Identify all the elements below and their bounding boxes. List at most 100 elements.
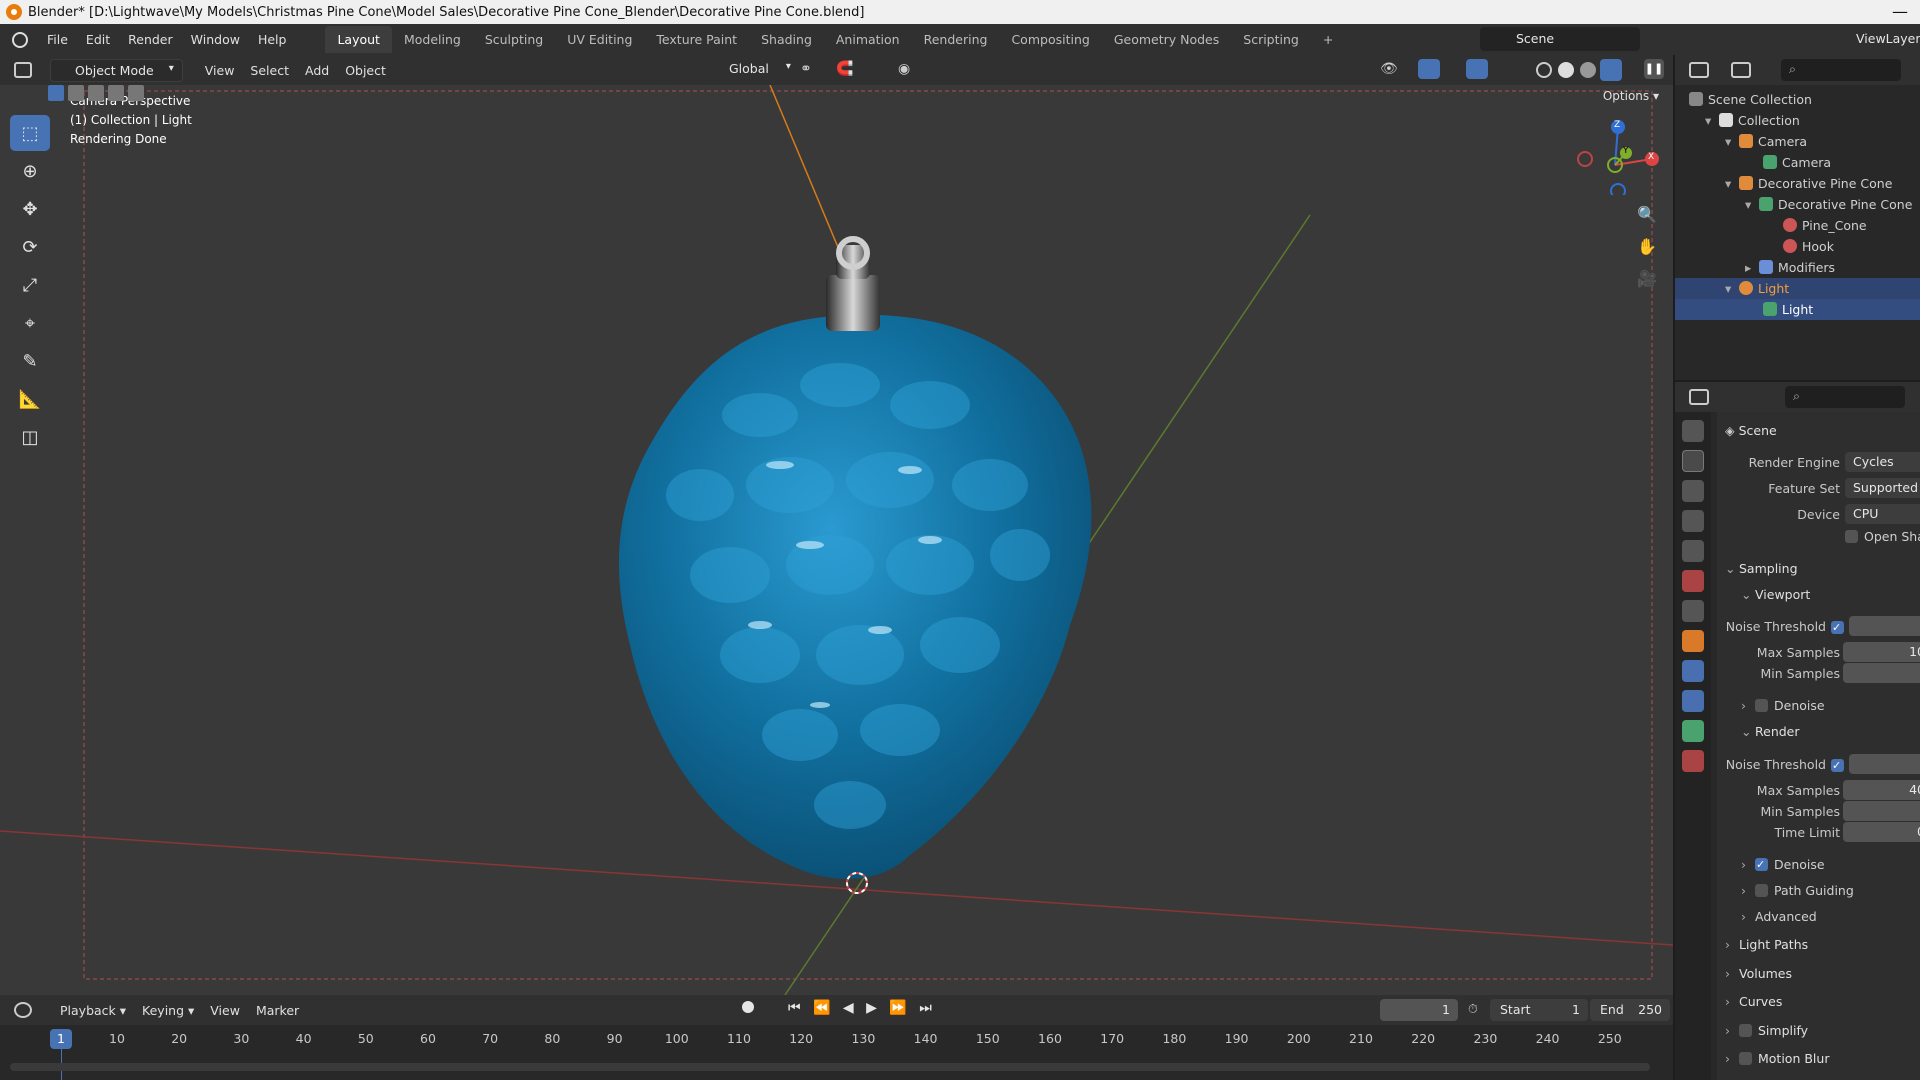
pause-render-icon[interactable]: ❚❚ [1644,59,1664,79]
outliner-row-material-pine[interactable]: Pine_Cone [1675,215,1920,236]
proportional-edit-icon[interactable]: ◉ [898,61,910,77]
menu-view[interactable]: View [197,60,243,81]
add-cube-tool-icon[interactable]: ◫ [10,419,50,455]
mode-dropdown[interactable]: Object Mode ▾ [50,58,183,82]
world-tab-icon[interactable] [1682,570,1704,592]
outliner-row-scene-collection[interactable]: Scene Collection [1675,89,1920,110]
motion-blur-panel[interactable]: › Motion Blur [1725,1048,1829,1070]
options-dropdown[interactable]: Options ▾ [1597,87,1665,105]
outliner-row-light[interactable]: ▾ Light [1675,278,1920,299]
feature-set-dropdown[interactable]: Supported [1845,478,1920,498]
light-paths-panel[interactable]: › Light Paths [1725,934,1808,956]
sampling-panel-header[interactable]: ⌄ Sampling [1725,558,1798,580]
menu-help[interactable]: Help [249,32,296,47]
properties-search-input[interactable]: ⌕ [1785,386,1905,408]
output-tab-icon[interactable] [1682,480,1704,502]
transform-orientation-dropdown[interactable]: Global ▾ [705,59,799,78]
volumes-panel[interactable]: › Volumes [1725,963,1792,985]
device-dropdown[interactable]: CPU [1845,504,1920,524]
select-box-tool-icon[interactable]: ⬚ [10,115,50,151]
zoom-icon[interactable]: 🔍 [1633,201,1661,229]
playback-controls[interactable]: ⏮ ⏪ ◀ ▶ ⏩ ⏭ [788,1000,936,1016]
menu-file[interactable]: File [38,32,77,47]
view-layer-tab-icon[interactable] [1682,510,1704,532]
editor-type-icon[interactable] [14,62,32,78]
measure-tool-icon[interactable]: 📐 [10,381,50,417]
outliner-row-material-hook[interactable]: Hook [1675,236,1920,257]
pivot-icon[interactable]: ⚭ [800,61,812,77]
menu-window[interactable]: Window [182,32,249,47]
current-frame-field[interactable]: 1 [1380,999,1458,1021]
curves-panel[interactable]: › Curves [1725,991,1782,1013]
tab-sculpting[interactable]: Sculpting [473,26,555,53]
tab-compositing[interactable]: Compositing [999,26,1101,53]
render-tab-icon[interactable] [1682,450,1704,472]
scale-tool-icon[interactable]: ⤢ [10,267,50,303]
scene-tab-icon[interactable] [1682,540,1704,562]
menu-render[interactable]: Render [119,32,182,47]
menu-keying[interactable]: Keying ▾ [134,1000,202,1021]
wireframe-shading-icon[interactable] [1536,62,1552,78]
material-shading-icon[interactable] [1580,62,1596,78]
overlay-toggle-icon[interactable] [1466,59,1488,79]
r-noise-threshold-field[interactable]: 0 [1849,754,1920,774]
rendered-shading-icon[interactable] [1600,59,1622,81]
outliner-row-pine-cone[interactable]: ▾ Decorative Pine Cone [1675,173,1920,194]
menu-add[interactable]: Add [297,60,337,81]
clock-icon[interactable] [14,1002,32,1018]
camera-view-icon[interactable]: 🎥 [1633,265,1661,293]
physics-tab-icon[interactable] [1682,660,1704,682]
vp-noise-threshold-checkbox[interactable] [1831,617,1844,639]
render-denoise-subpanel[interactable]: ›Denoise [1741,854,1825,876]
navigation-gizmo[interactable]: Z Y X [1570,115,1660,199]
solid-shading-icon[interactable] [1558,62,1574,78]
select-intersect-icon[interactable] [128,85,144,101]
r-min-samples-field[interactable] [1843,801,1920,821]
outliner-row-camera-data[interactable]: Camera [1675,152,1920,173]
timeline-editor[interactable]: Playback ▾ Keying ▾ View Marker ⏮ ⏪ ◀ ▶ … [0,995,1673,1080]
render-subpanel-header[interactable]: ⌄ Render [1741,721,1800,743]
outliner-editor-icon[interactable] [1689,62,1709,78]
outliner-row-pine-mesh[interactable]: ▾ Decorative Pine Cone [1675,194,1920,215]
tab-rendering[interactable]: Rendering [912,26,1000,53]
menu-marker[interactable]: Marker [248,1000,307,1021]
menu-playback[interactable]: Playback ▾ [52,1000,134,1021]
outliner-row-light-data[interactable]: Light [1675,299,1920,320]
gizmo-toggle-icon[interactable] [1418,59,1440,79]
move-tool-icon[interactable]: ✥ [10,191,50,227]
stopwatch-icon[interactable]: ⏱ [1468,1001,1478,1017]
scene-selector[interactable]: Scene [1480,27,1640,51]
time-limit-field[interactable]: 0 [1843,822,1920,842]
collection-tab-icon[interactable] [1682,600,1704,622]
r-noise-threshold-checkbox[interactable] [1831,755,1844,777]
select-extend-icon[interactable] [68,85,84,101]
rotate-tool-icon[interactable]: ⟳ [10,229,50,265]
start-frame-field[interactable]: Start 1 [1490,999,1588,1021]
render-engine-dropdown[interactable]: Cycles [1845,452,1920,472]
frame-ruler[interactable]: 1 10 20 30 40 50 60 70 80 90 100 110 120 130 140 150 160… [0,1025,1673,1053]
tab-texture-paint[interactable]: Texture Paint [644,26,749,53]
menu-edit[interactable]: Edit [77,32,119,47]
tool-tab-icon[interactable] [1682,420,1704,442]
select-invert-icon[interactable] [108,85,124,101]
data-tab-icon[interactable] [1682,720,1704,742]
minimize-icon[interactable]: — [1892,2,1908,21]
object-tab-icon[interactable] [1682,630,1704,652]
transform-tool-icon[interactable]: ⌖ [10,305,50,341]
cursor-tool-icon[interactable]: ⊕ [10,153,50,189]
current-frame-marker[interactable]: 1 [50,1029,72,1049]
tab-layout[interactable]: Layout [325,26,392,53]
visibility-icon[interactable]: 👁 [1380,61,1398,77]
pine-cone-model[interactable] [618,314,1092,879]
vp-noise-threshold-field[interactable]: 0 [1849,616,1920,636]
record-icon[interactable] [742,1001,754,1013]
properties-editor-icon[interactable] [1689,389,1709,405]
display-mode-icon[interactable] [1731,62,1751,78]
view-layer-selector[interactable]: ViewLayer [1820,27,1920,51]
vp-denoise-subpanel[interactable]: › Denoise [1741,695,1825,717]
timeline-scrollbar[interactable] [10,1063,1650,1071]
add-workspace-button[interactable]: + [1311,26,1345,53]
advanced-subpanel[interactable]: › Advanced [1741,906,1817,928]
tab-animation[interactable]: Animation [824,26,912,53]
annotate-tool-icon[interactable]: ✎ [10,343,50,379]
